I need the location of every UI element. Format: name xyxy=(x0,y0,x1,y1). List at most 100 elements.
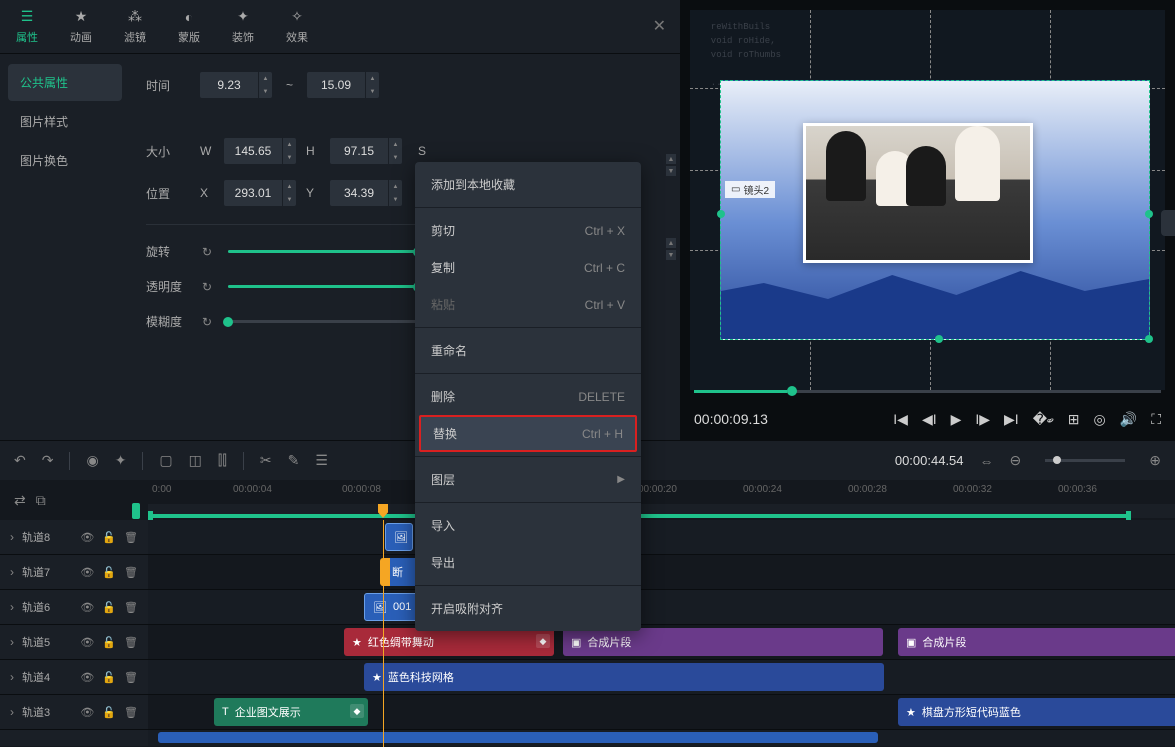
clip-red-ribbon[interactable]: ★红色绸带舞动◆ xyxy=(344,628,554,656)
zoom-in-button[interactable]: ⊕ xyxy=(1149,452,1161,469)
scroll-up-icon[interactable]: ▲ xyxy=(666,238,676,248)
zoom-out-button[interactable]: ⊖ xyxy=(1010,452,1022,469)
target-icon[interactable]: ✦ xyxy=(115,452,127,469)
selected-element[interactable]: ▭镜头2 xyxy=(720,80,1150,340)
tab-decoration[interactable]: ✦装饰 xyxy=(216,0,270,53)
time-end-input[interactable]: ▲▼ xyxy=(307,72,379,98)
undo-button[interactable]: ↶ xyxy=(14,452,26,469)
scroll-up-icon[interactable]: ▲ xyxy=(666,154,676,164)
spin-down-icon[interactable]: ▼ xyxy=(366,85,379,98)
ctx-rename[interactable]: 重命名 xyxy=(415,332,641,369)
spin-up-icon[interactable]: ▲ xyxy=(259,72,272,85)
eye-icon[interactable]: 👁 xyxy=(80,531,94,544)
timeline-ruler[interactable]: 0:00 00:00:04 00:00:08 00:00:20 00:00:24… xyxy=(148,480,1175,520)
fit-icon[interactable]: ⇔ xyxy=(980,453,994,469)
preview-canvas[interactable]: reWithBuils void roHide, void roThumbs .… xyxy=(690,10,1165,390)
ctx-export[interactable]: 导出 xyxy=(415,544,641,581)
trash-icon[interactable]: 🗑 xyxy=(124,531,138,544)
tab-filter[interactable]: ⁂滤镜 xyxy=(108,0,162,53)
ctx-add-favorite[interactable]: 添加到本地收藏 xyxy=(415,166,641,203)
tab-effect[interactable]: ✧效果 xyxy=(270,0,324,53)
edit-icon[interactable]: ✎ xyxy=(288,452,300,469)
scroll-down-icon[interactable]: ▼ xyxy=(666,250,676,260)
tab-mask[interactable]: ◐蒙版 xyxy=(162,0,216,53)
ctx-delete[interactable]: 删除DELETE xyxy=(415,378,641,415)
clip-menu-icon[interactable]: ◆ xyxy=(536,634,550,648)
ctx-cut[interactable]: 剪切Ctrl + X xyxy=(415,212,641,249)
lock-icon[interactable]: 🔓 xyxy=(102,601,116,614)
clip-blue-tech[interactable]: ★蓝色科技网格 xyxy=(364,663,884,691)
trash-icon[interactable]: 🗑 xyxy=(124,636,138,649)
camera-icon[interactable]: ◎ xyxy=(1094,411,1106,428)
track-add-icon[interactable]: ⧉ xyxy=(36,492,46,509)
spin-down-icon[interactable]: ▼ xyxy=(259,85,272,98)
chevron-right-icon[interactable]: › xyxy=(10,530,14,544)
height-input[interactable]: ▲▼ xyxy=(330,138,402,164)
width-input[interactable]: ▲▼ xyxy=(224,138,296,164)
y-input[interactable]: ▲▼ xyxy=(330,180,402,206)
reset-icon[interactable]: ↻ xyxy=(202,245,216,259)
ctx-layer[interactable]: 图层▶ xyxy=(415,461,641,498)
trim-icon[interactable]: ✂ xyxy=(260,452,272,469)
rotate-slider[interactable] xyxy=(228,250,418,253)
crop-icon[interactable]: ◫ xyxy=(189,452,202,469)
select-icon[interactable]: ▢ xyxy=(159,452,172,469)
clip-checkerboard[interactable]: ★棋盘方形短代码蓝色 xyxy=(898,698,1175,726)
step-back-button[interactable]: ◀I xyxy=(922,411,937,428)
loop-button[interactable]: �ބ xyxy=(1033,411,1054,428)
eye-icon[interactable]: 👁 xyxy=(80,566,94,579)
eye-icon[interactable]: 👁 xyxy=(80,601,94,614)
marker-icon[interactable]: ◉ xyxy=(86,452,98,469)
zoom-slider[interactable] xyxy=(1045,459,1125,462)
blur-slider[interactable] xyxy=(228,320,418,323)
eye-icon[interactable]: 👁 xyxy=(80,671,94,684)
inner-image[interactable] xyxy=(803,123,1033,263)
tab-attributes[interactable]: ☰属性 xyxy=(0,0,54,53)
side-tab-common[interactable]: 公共属性 xyxy=(8,64,122,101)
eye-icon[interactable]: 👁 xyxy=(80,636,94,649)
eye-icon[interactable]: 👁 xyxy=(80,706,94,719)
ctx-copy[interactable]: 复制Ctrl + C xyxy=(415,249,641,286)
step-forward-button[interactable]: I▶ xyxy=(975,411,990,428)
close-panel-button[interactable]: ✕ xyxy=(653,16,666,36)
fullscreen-icon[interactable]: ⛶ xyxy=(1151,411,1161,428)
clip-partial[interactable] xyxy=(158,732,878,743)
x-input[interactable]: ▲▼ xyxy=(224,180,296,206)
lock-icon[interactable]: 🔓 xyxy=(102,671,116,684)
trash-icon[interactable]: 🗑 xyxy=(124,566,138,579)
trash-icon[interactable]: 🗑 xyxy=(124,671,138,684)
tab-animation[interactable]: ★动画 xyxy=(54,0,108,53)
clip-menu-icon[interactable]: ◆ xyxy=(350,704,364,718)
playback-slider[interactable] xyxy=(694,390,1161,393)
reset-icon[interactable]: ↻ xyxy=(202,280,216,294)
reset-icon[interactable]: ↻ xyxy=(202,315,216,329)
play-button[interactable]: ▶ xyxy=(951,411,962,428)
spin-up-icon[interactable]: ▲ xyxy=(366,72,379,85)
clip-image[interactable]: 🖼 xyxy=(385,523,413,551)
grid-icon[interactable]: ⊞ xyxy=(1068,411,1080,428)
clip-composite-2[interactable]: ▣合成片段 xyxy=(898,628,1175,656)
clip-composite-1[interactable]: ▣合成片段 xyxy=(563,628,883,656)
redo-button[interactable]: ↷ xyxy=(42,452,54,469)
track-settings-icon[interactable]: ⇄ xyxy=(14,492,26,509)
scroll-down-icon[interactable]: ▼ xyxy=(666,166,676,176)
trash-icon[interactable]: 🗑 xyxy=(124,706,138,719)
opacity-slider[interactable] xyxy=(228,285,418,288)
volume-icon[interactable]: 🔊 xyxy=(1120,411,1137,428)
next-button[interactable]: ▶I xyxy=(1004,411,1019,428)
side-tab-image-style[interactable]: 图片样式 xyxy=(8,103,122,140)
lock-icon[interactable]: 🔓 xyxy=(102,706,116,719)
trash-icon[interactable]: 🗑 xyxy=(124,601,138,614)
split-icon[interactable]: ⫿⫿ xyxy=(218,452,227,469)
side-tab-image-color[interactable]: 图片换色 xyxy=(8,142,122,179)
lock-icon[interactable]: 🔓 xyxy=(102,531,116,544)
prev-button[interactable]: I◀ xyxy=(893,411,908,428)
time-start-input[interactable]: ▲▼ xyxy=(200,72,272,98)
ctx-replace[interactable]: 替换Ctrl + H xyxy=(419,415,637,452)
scrub-handle[interactable] xyxy=(132,503,140,519)
lock-icon[interactable]: 🔓 xyxy=(102,636,116,649)
layers-icon[interactable]: ☰ xyxy=(315,452,328,469)
right-panel-toggle[interactable] xyxy=(1161,210,1175,236)
ctx-import[interactable]: 导入 xyxy=(415,507,641,544)
ctx-snap[interactable]: 开启吸附对齐 xyxy=(415,590,641,627)
